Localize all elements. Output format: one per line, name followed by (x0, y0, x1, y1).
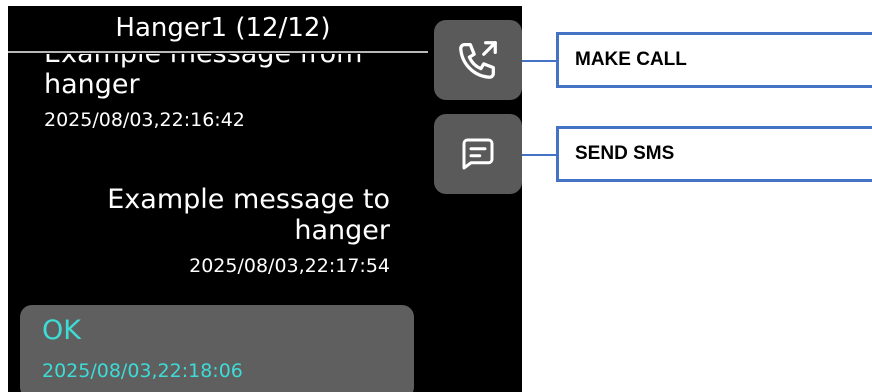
message-outgoing: Example message to hanger 2025/08/03,22:… (60, 184, 390, 278)
conversation-title: Hanger1 (12/12) (115, 13, 331, 43)
send-sms-button[interactable] (434, 114, 522, 194)
make-call-callout-label: MAKE CALL (575, 49, 687, 70)
sms-callout-connector (522, 154, 556, 156)
title-divider (8, 51, 428, 53)
send-sms-callout: SEND SMS (556, 126, 872, 182)
send-sms-callout-label: SEND SMS (575, 143, 675, 164)
message-timestamp: 2025/08/03,22:18:06 (42, 360, 243, 382)
message-list[interactable]: Example message from hanger 2025/08/03,2… (8, 54, 428, 392)
message-incoming: Example message from hanger 2025/08/03,2… (44, 54, 414, 132)
device-screen: Hanger1 (12/12) Example message from han… (8, 6, 522, 392)
message-selected[interactable]: OK 2025/08/03,22:18:06 (20, 305, 414, 392)
call-callout-connector (522, 60, 556, 62)
phone-outgoing-icon (459, 41, 497, 79)
message-icon (462, 138, 494, 170)
make-call-callout: MAKE CALL (556, 32, 872, 88)
message-text: Example message to hanger (107, 184, 390, 246)
message-text: OK (42, 315, 81, 346)
message-timestamp: 2025/08/03,22:16:42 (44, 109, 245, 131)
message-timestamp: 2025/08/03,22:17:54 (189, 255, 390, 277)
make-call-button[interactable] (434, 20, 522, 100)
message-text: Example message from hanger (44, 54, 362, 100)
